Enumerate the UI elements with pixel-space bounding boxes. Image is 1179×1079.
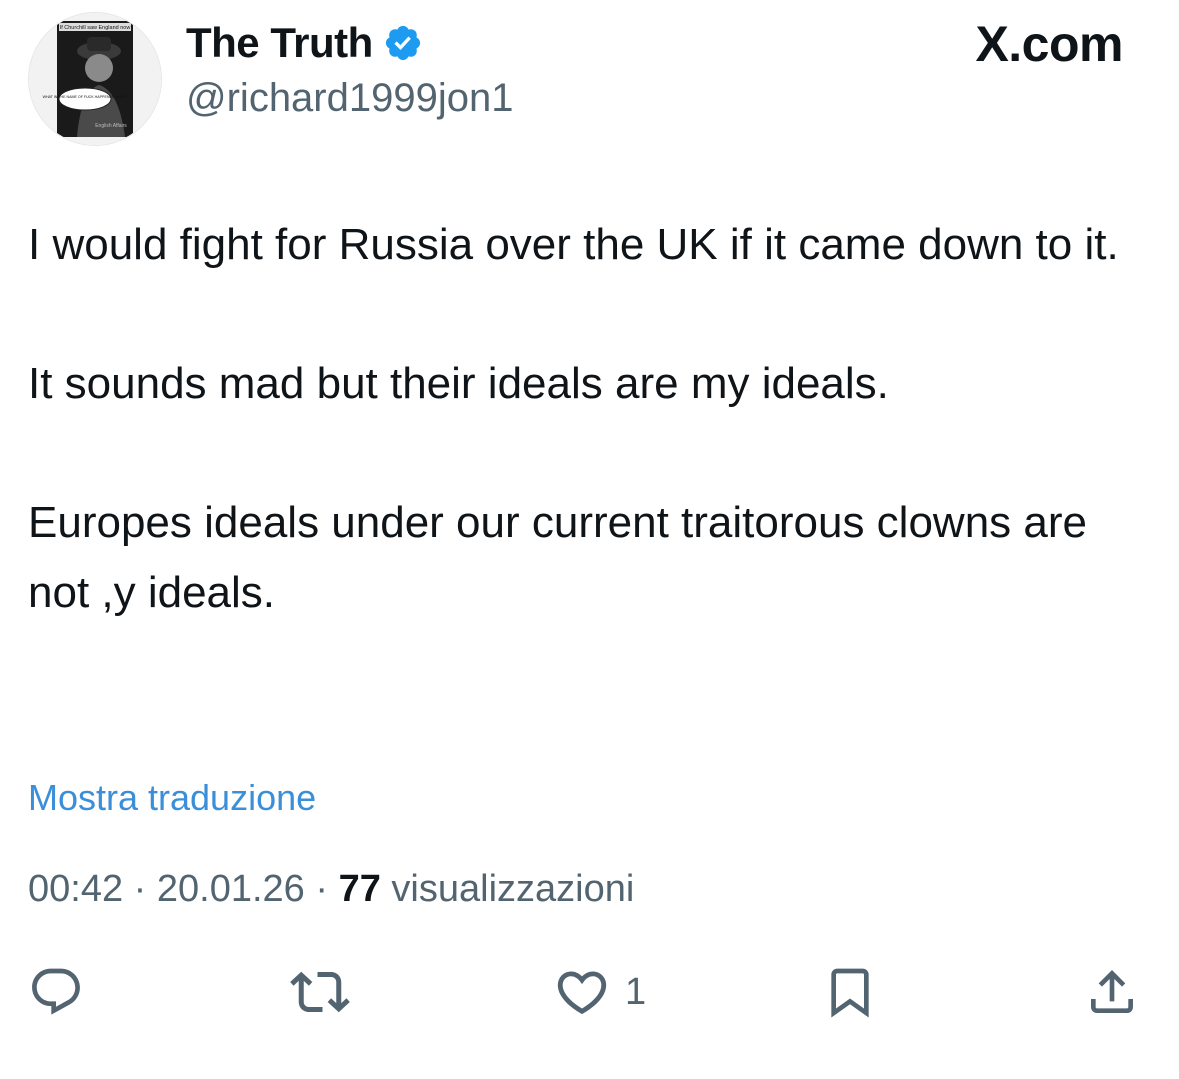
like-button[interactable]: 1	[553, 962, 646, 1022]
tweet-time[interactable]: 00:42	[28, 868, 123, 910]
tweet-date[interactable]: 20.01.26	[157, 868, 305, 910]
svg-text:WHAT IN THE NAME OF FUCK HAPPE: WHAT IN THE NAME OF FUCK HAPPENED HERE?	[43, 95, 128, 99]
avatar-caption: If Churchill saw England now	[60, 25, 131, 31]
author-name-row[interactable]: The Truth	[186, 18, 423, 68]
bookmark-button[interactable]	[822, 962, 878, 1022]
avatar[interactable]: If Churchill saw England now WHAT IN THE…	[28, 12, 162, 146]
avatar-footer: English Affairs	[95, 123, 127, 129]
tweet-paragraph: Europes ideals under our current traitor…	[28, 498, 1087, 617]
share-icon	[1091, 970, 1133, 1013]
verified-badge-icon	[383, 23, 423, 63]
tweet-paragraph: I would fight for Russia over the UK if …	[28, 220, 1119, 269]
like-count: 1	[625, 970, 647, 1013]
retweet-button[interactable]	[290, 962, 350, 1022]
tweet-paragraph: It sounds mad but their ideals are my id…	[28, 359, 889, 408]
tweet-meta: 00:42 · 20.01.26 · 77 visualizzazioni	[28, 864, 634, 914]
avatar-image: If Churchill saw England now WHAT IN THE…	[29, 13, 161, 145]
views-count: 77	[338, 868, 381, 910]
heart-icon	[557, 971, 607, 1015]
action-bar: 1	[0, 962, 1179, 1022]
brand-watermark: X.com	[975, 16, 1123, 72]
author-handle[interactable]: @richard1999jon1	[186, 74, 513, 122]
reply-button[interactable]	[28, 962, 84, 1022]
bookmark-icon	[831, 968, 869, 1018]
meta-separator: ·	[123, 868, 157, 910]
show-translation-link[interactable]: Mostra traduzione	[28, 774, 316, 822]
display-name[interactable]: The Truth	[186, 18, 373, 68]
tweet-text: I would fight for Russia over the UK if …	[28, 210, 1128, 697]
share-button[interactable]	[1084, 962, 1140, 1022]
meta-separator: ·	[304, 868, 339, 910]
avatar-bubble-text: WHAT IN THE NAME OF FUCK HAPPENED HERE?	[43, 95, 128, 99]
views-label: visualizzazioni	[380, 868, 635, 910]
retweet-icon	[290, 971, 350, 1013]
reply-icon	[32, 968, 80, 1015]
